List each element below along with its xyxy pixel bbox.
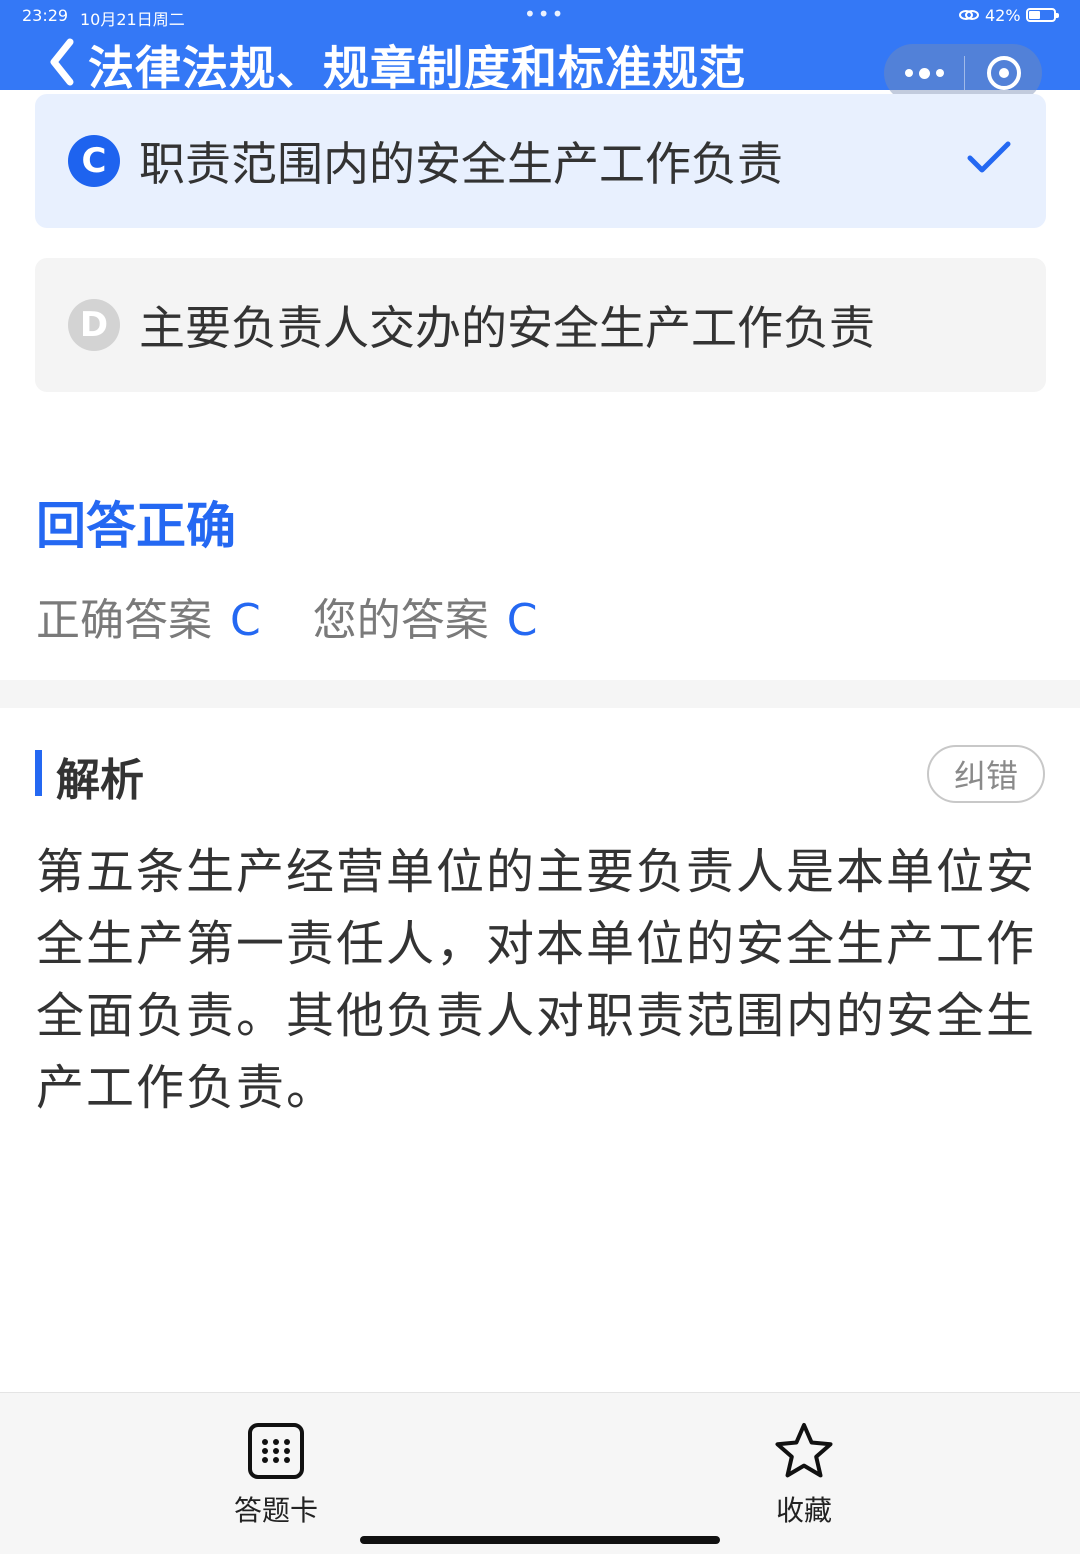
option-letter-badge: C [68, 135, 120, 187]
checkmark-icon [967, 141, 1011, 173]
option-d[interactable]: D 主要负责人交办的安全生产工作负责 [35, 258, 1046, 392]
option-text: 主要负责人交办的安全生产工作负责 [139, 301, 875, 355]
analysis-text: 第五条生产经营单位的主要负责人是本单位安全生产第一责任人，对本单位的安全生产工作… [36, 844, 1037, 1116]
option-letter-badge: D [68, 299, 120, 351]
your-answer-value: C [506, 595, 538, 646]
section-accent-bar [35, 750, 42, 796]
answer-card-label: 答题卡 [233, 1494, 318, 1527]
correct-answer-label: 正确答案 [36, 595, 212, 646]
section-divider [0, 680, 1080, 708]
analysis-title: 解析 [56, 755, 144, 806]
star-icon [775, 1423, 833, 1478]
option-c[interactable]: C 职责范围内的安全生产工作负责 [35, 94, 1046, 228]
report-error-button[interactable]: 纠错 [927, 745, 1045, 803]
correct-answer-value: C [230, 595, 261, 646]
answer-row: 正确答案 C 您的答案 C [36, 584, 537, 648]
header: 23:29 10月21日周二 ••• 42% 法律法规、规章制度和标准规范 [0, 0, 1080, 102]
your-answer-label: 您的答案 [312, 595, 489, 646]
bottom-bar: 答题卡 收藏 [0, 1392, 1080, 1554]
grid-icon [248, 1423, 304, 1479]
result-title: 回答正确 [36, 497, 236, 555]
quiz-page: 23:29 10月21日周二 ••• 42% 法律法规、规章制度和标准规范 C … [0, 0, 1080, 1554]
home-indicator[interactable] [360, 1536, 720, 1544]
option-text: 职责范围内的安全生产工作负责 [139, 137, 783, 191]
favorite-button[interactable]: 收藏 [744, 1393, 864, 1529]
chevron-left-icon[interactable] [48, 36, 78, 88]
battery-icon [1026, 8, 1059, 22]
favorite-label: 收藏 [775, 1494, 832, 1527]
page-title: 法律法规、规章制度和标准规范 [88, 41, 746, 95]
answer-card-button[interactable]: 答题卡 [216, 1393, 336, 1529]
status-date: 10月21日周二 [80, 10, 185, 29]
status-time: 23:29 [22, 6, 69, 25]
multitask-dots[interactable]: ••• [524, 2, 565, 26]
link-icon [959, 10, 979, 20]
battery-percent: 42% [985, 6, 1021, 25]
